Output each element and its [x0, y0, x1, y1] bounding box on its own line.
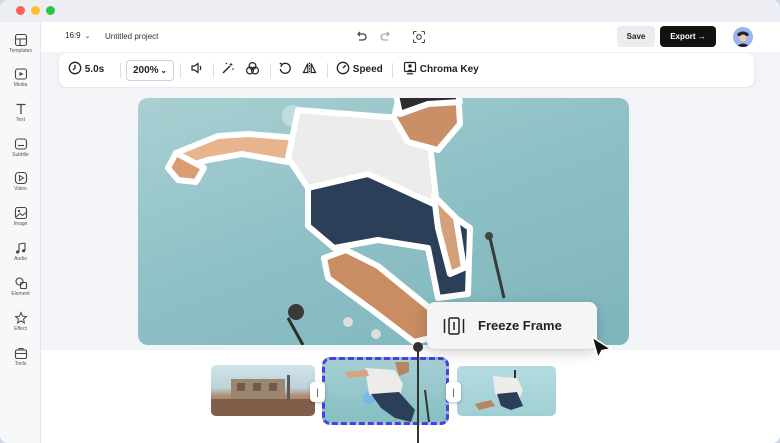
sidebar-item-text[interactable]: Text	[0, 99, 41, 131]
volume-icon[interactable]	[190, 61, 204, 75]
sidebar-item-label: Audio	[14, 256, 27, 262]
clock-icon	[68, 61, 82, 75]
project-name[interactable]: Untitled project	[105, 32, 158, 41]
aspect-ratio-dropdown[interactable]: 16:9 ⌄	[65, 31, 90, 40]
sidebar-item-effect[interactable]: Effect	[0, 308, 41, 340]
mouse-cursor-icon	[591, 336, 612, 359]
arrow-right-icon: →	[697, 32, 706, 41]
chevron-down-icon: ⌄	[84, 33, 91, 40]
sidebar-item-label: Media	[13, 82, 28, 88]
maximize-window-button[interactable]	[46, 6, 55, 15]
video-icon	[14, 171, 27, 185]
sidebar-item-label: Text	[15, 117, 26, 123]
divider	[213, 63, 214, 78]
sidebar-item-templates[interactable]: Templates	[0, 30, 41, 62]
freeze-frame-label: Freeze Frame	[478, 318, 562, 333]
speed-label: Speed	[352, 64, 383, 75]
aspect-ratio-value: 16:9	[65, 31, 81, 40]
trim-handle-left[interactable]: |	[310, 382, 325, 402]
screenshot-icon[interactable]	[412, 30, 426, 44]
editor-window: Templates Media Text Subtitle Video Imag…	[0, 0, 780, 443]
sidebar-item-label: Element	[11, 291, 30, 297]
avatar[interactable]	[733, 27, 753, 47]
sidebar-item-video[interactable]: Video	[0, 168, 41, 200]
top-bar: 16:9 ⌄ Untitled project Save Export →	[41, 22, 780, 52]
clip-toolbar: 5.0s 200% ⌄ Speed Chroma Key	[59, 53, 754, 87]
divider	[270, 63, 271, 78]
chevron-down-icon: ⌄	[160, 66, 167, 75]
sidebar-item-media[interactable]: Media	[0, 64, 41, 96]
clip-thumbnail-3[interactable]	[457, 366, 556, 416]
sidebar-item-label: Image	[13, 221, 28, 227]
divider	[327, 63, 328, 78]
chroma-key-icon	[403, 61, 417, 75]
magic-wand-icon[interactable]	[221, 61, 235, 75]
clip-thumbnail-image	[475, 370, 523, 410]
divider	[120, 63, 121, 78]
sidebar-item-label: Video	[14, 186, 27, 192]
color-filter-icon[interactable]	[245, 61, 260, 76]
export-button[interactable]: Export →	[660, 26, 716, 47]
effect-icon	[13, 311, 28, 325]
divider	[392, 63, 393, 78]
title-bar	[0, 0, 780, 22]
sidebar-item-subtitle[interactable]: Subtitle	[0, 134, 41, 166]
sidebar-item-image[interactable]: Image	[0, 203, 41, 235]
media-icon	[14, 68, 27, 80]
freeze-frame-icon	[443, 317, 465, 335]
sidebar-item-label: Effect	[14, 326, 27, 332]
rotate-icon[interactable]	[278, 61, 292, 75]
save-button[interactable]: Save	[617, 26, 655, 47]
duration-value: 5.0s	[84, 64, 105, 75]
zoom-value: 200%	[133, 65, 159, 76]
sidebar-item-label: Tools	[14, 361, 27, 367]
clip-thumbnail-image	[211, 375, 315, 416]
chroma-key-button[interactable]: Chroma Key	[403, 61, 479, 75]
chroma-key-label: Chroma Key	[419, 64, 479, 75]
redo-icon[interactable]	[379, 30, 393, 44]
image-icon	[14, 206, 27, 220]
avatar-image	[733, 27, 753, 47]
clip-thumbnail-1[interactable]	[211, 365, 315, 416]
clip-thumbnail-image	[345, 362, 430, 422]
duration-control[interactable]: 5.0s	[68, 61, 104, 75]
divider	[180, 63, 181, 78]
speed-button[interactable]: Speed	[336, 61, 383, 75]
subtitle-icon	[14, 138, 27, 150]
element-icon	[14, 277, 27, 290]
minimize-window-button[interactable]	[31, 6, 40, 15]
sidebar-item-element[interactable]: Element	[0, 273, 41, 305]
sidebar-item-tools[interactable]: Tools	[0, 343, 41, 375]
templates-icon	[14, 33, 27, 47]
sidebar-item-label: Templates	[9, 48, 32, 54]
speedometer-icon	[336, 61, 350, 75]
text-icon	[16, 103, 25, 114]
export-button-label: Export	[670, 32, 696, 41]
flip-icon[interactable]	[302, 61, 317, 75]
tools-icon	[14, 347, 27, 360]
zoom-select[interactable]: 200% ⌄	[126, 60, 174, 81]
playhead-knob[interactable]	[413, 342, 423, 352]
clip-thumbnail-selected[interactable]	[322, 357, 449, 425]
audio-icon	[15, 242, 26, 254]
trim-handle-right[interactable]: |	[446, 382, 461, 402]
sidebar-item-label: Subtitle	[12, 152, 29, 158]
undo-icon[interactable]	[354, 30, 368, 44]
playhead[interactable]	[417, 345, 419, 443]
close-window-button[interactable]	[16, 6, 25, 15]
freeze-frame-button[interactable]: Freeze Frame	[427, 302, 597, 349]
sidebar-item-audio[interactable]: Audio	[0, 238, 41, 270]
sidebar: Templates Media Text Subtitle Video Imag…	[0, 22, 41, 443]
